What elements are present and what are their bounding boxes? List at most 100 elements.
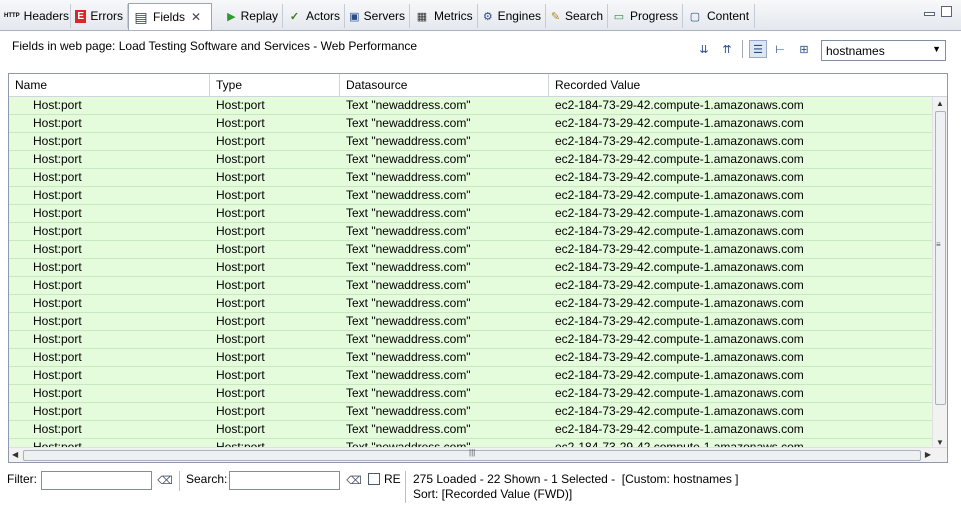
cell-datasource: Text "newaddress.com" <box>346 170 471 184</box>
scroll-up-arrow-icon[interactable]: ▲ <box>936 99 944 108</box>
table-row[interactable]: Host:port Host:port Text "newaddress.com" e… <box>9 367 934 385</box>
regex-label: RE <box>384 472 401 486</box>
maximize-icon[interactable] <box>941 6 952 17</box>
table-row[interactable]: Host:port Host:port Text "newaddress.com" e… <box>9 331 934 349</box>
scroll-down-arrow-icon[interactable]: ▼ <box>936 438 944 447</box>
tab-fields[interactable]: ▤ Fields ✕ <box>128 3 212 30</box>
cell-name: Host:port <box>33 170 82 184</box>
search-pen-icon: ✎ <box>550 10 561 23</box>
tab-search[interactable]: ✎ Search <box>546 4 608 28</box>
table-row[interactable]: Host:port Host:port Text "newaddress.com" e… <box>9 403 934 421</box>
search-label: Search: <box>186 472 228 486</box>
cell-recorded-value: ec2-184-73-29-42.compute-1.amazonaws.com <box>555 152 804 166</box>
cell-type: Host:port <box>216 332 265 346</box>
clear-search-icon[interactable]: ⌫ <box>346 472 362 488</box>
table-row[interactable]: Host:port Host:port Text "newaddress.com" e… <box>9 133 934 151</box>
horizontal-scrollbar[interactable]: ◀ ||| ▶ <box>9 447 947 462</box>
table-row[interactable]: Host:port Host:port Text "newaddress.com" e… <box>9 259 934 277</box>
cell-type: Host:port <box>216 116 265 130</box>
tree-view-icon[interactable]: ⊢ <box>771 40 789 58</box>
cell-type: Host:port <box>216 278 265 292</box>
column-header-name[interactable]: Name <box>9 74 210 96</box>
cell-type: Host:port <box>216 242 265 256</box>
metrics-grid-icon: ▦ <box>416 10 428 23</box>
grip-icon: ||| <box>469 448 476 457</box>
tab-servers[interactable]: ▣ Servers <box>345 4 410 28</box>
table-row[interactable]: Host:port Host:port Text "newaddress.com" e… <box>9 421 934 439</box>
vertical-scrollbar[interactable]: ▲ ≡ ▼ <box>932 97 947 449</box>
cell-name: Host:port <box>33 224 82 238</box>
cell-name: Host:port <box>33 152 82 166</box>
table-row[interactable]: Host:port Host:port Text "newaddress.com" e… <box>9 151 934 169</box>
tab-progress[interactable]: ▭ Progress <box>608 4 683 28</box>
tab-metrics[interactable]: ▦ Metrics <box>410 4 478 28</box>
cell-recorded-value: ec2-184-73-29-42.compute-1.amazonaws.com <box>555 422 804 436</box>
cell-datasource: Text "newaddress.com" <box>346 98 471 112</box>
cell-datasource: Text "newaddress.com" <box>346 440 471 447</box>
tab-content[interactable]: ▢ Content <box>683 4 755 28</box>
search-input[interactable] <box>229 471 340 490</box>
cell-type: Host:port <box>216 206 265 220</box>
tab-engines[interactable]: ⚙ Engines <box>478 4 546 28</box>
clear-filter-icon[interactable]: ⌫ <box>157 472 173 488</box>
chevron-down-icon: ▼ <box>932 44 941 54</box>
hierarchy-view-icon[interactable]: ⊞ <box>795 40 813 58</box>
expand-fields-icon[interactable]: ⇊ <box>695 40 713 58</box>
filter-input[interactable] <box>41 471 152 490</box>
tab-label: Metrics <box>434 9 473 23</box>
cell-name: Host:port <box>33 206 82 220</box>
fields-table: Name Type Datasource Recorded Value Host… <box>8 73 948 463</box>
view-tab-bar: HTTP Headers E Errors ▤ Fields ✕ ▶ Repla… <box>0 0 961 31</box>
vertical-scroll-thumb[interactable] <box>935 111 946 405</box>
table-row[interactable]: Host:port Host:port Text "newaddress.com" e… <box>9 295 934 313</box>
http-icon: HTTP <box>4 13 20 19</box>
cell-recorded-value: ec2-184-73-29-42.compute-1.amazonaws.com <box>555 170 804 184</box>
tab-headers[interactable]: HTTP Headers <box>0 4 71 28</box>
regex-checkbox[interactable] <box>368 473 380 485</box>
table-row[interactable]: Host:port Host:port Text "newaddress.com" e… <box>9 439 934 447</box>
table-row[interactable]: Host:port Host:port Text "newaddress.com" e… <box>9 277 934 295</box>
cell-recorded-value: ec2-184-73-29-42.compute-1.amazonaws.com <box>555 206 804 220</box>
table-row[interactable]: Host:port Host:port Text "newaddress.com" e… <box>9 169 934 187</box>
column-header-recorded-value[interactable]: Recorded Value <box>549 74 947 96</box>
tab-errors[interactable]: E Errors <box>71 4 128 28</box>
progress-icon: ▭ <box>613 10 625 23</box>
table-header: Name Type Datasource Recorded Value <box>9 74 947 97</box>
scroll-right-arrow-icon[interactable]: ▶ <box>925 450 931 459</box>
cell-name: Host:port <box>33 368 82 382</box>
tab-actors[interactable]: ✓ Actors <box>283 4 345 28</box>
table-row[interactable]: Host:port Host:port Text "newaddress.com" e… <box>9 187 934 205</box>
close-icon[interactable]: ✕ <box>191 10 201 24</box>
column-header-datasource[interactable]: Datasource <box>340 74 549 96</box>
cell-name: Host:port <box>33 386 82 400</box>
table-row[interactable]: Host:port Host:port Text "newaddress.com" e… <box>9 241 934 259</box>
cell-datasource: Text "newaddress.com" <box>346 350 471 364</box>
cell-name: Host:port <box>33 278 82 292</box>
table-row[interactable]: Host:port Host:port Text "newaddress.com" e… <box>9 385 934 403</box>
table-row[interactable]: Host:port Host:port Text "newaddress.com" e… <box>9 349 934 367</box>
filter-label: Filter: <box>7 472 37 486</box>
scroll-left-arrow-icon[interactable]: ◀ <box>12 450 18 459</box>
cell-name: Host:port <box>33 404 82 418</box>
flat-list-view-icon[interactable]: ☰ <box>749 40 767 58</box>
view-select-dropdown[interactable]: hostnames ▼ <box>821 40 946 61</box>
table-row[interactable]: Host:port Host:port Text "newaddress.com" e… <box>9 205 934 223</box>
cell-datasource: Text "newaddress.com" <box>346 386 471 400</box>
divider <box>179 471 180 491</box>
table-row[interactable]: Host:port Host:port Text "newaddress.com" e… <box>9 115 934 133</box>
minimize-icon[interactable] <box>924 12 935 16</box>
cell-recorded-value: ec2-184-73-29-42.compute-1.amazonaws.com <box>555 332 804 346</box>
cell-datasource: Text "newaddress.com" <box>346 116 471 130</box>
status-summary: 275 Loaded - 22 Shown - 1 Selected - [Cu… <box>413 472 739 486</box>
column-header-type[interactable]: Type <box>210 74 340 96</box>
cell-type: Host:port <box>216 350 265 364</box>
collapse-fields-icon[interactable]: ⇈ <box>718 40 736 58</box>
cell-recorded-value: ec2-184-73-29-42.compute-1.amazonaws.com <box>555 116 804 130</box>
table-row[interactable]: Host:port Host:port Text "newaddress.com" e… <box>9 97 934 115</box>
engines-icon: ⚙ <box>482 10 493 23</box>
tab-replay[interactable]: ▶ Replay <box>222 4 283 28</box>
cell-name: Host:port <box>33 350 82 364</box>
table-row[interactable]: Host:port Host:port Text "newaddress.com" e… <box>9 223 934 241</box>
table-row[interactable]: Host:port Host:port Text "newaddress.com" e… <box>9 313 934 331</box>
cell-recorded-value: ec2-184-73-29-42.compute-1.amazonaws.com <box>555 386 804 400</box>
